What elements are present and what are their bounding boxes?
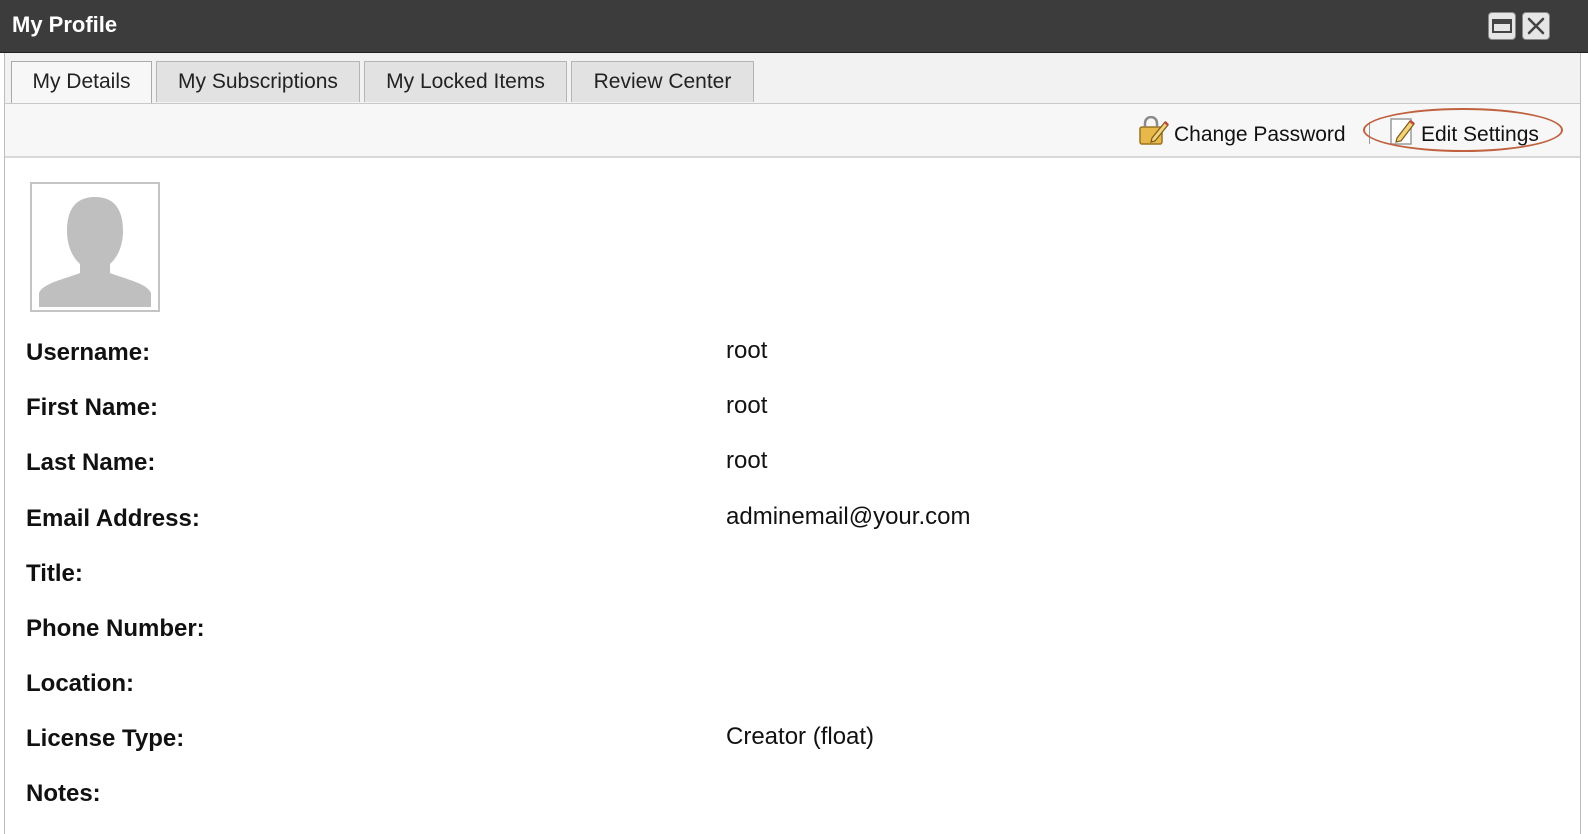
location-label: Location: — [26, 670, 134, 697]
license-type-label: License Type: — [26, 725, 185, 752]
maximize-icon — [1492, 19, 1512, 33]
username-value: root — [726, 337, 768, 364]
edit-settings-label: Edit Settings — [1421, 123, 1539, 147]
avatar — [30, 182, 160, 312]
license-type-value: Creator (float) — [726, 723, 875, 750]
email-label: Email Address: — [26, 505, 200, 532]
first-name-value: root — [726, 392, 768, 419]
username-label: Username: — [26, 339, 151, 366]
tab-review-center[interactable]: Review Center — [571, 61, 754, 102]
profile-panel: My Details My Subscriptions My Locked It… — [4, 53, 1581, 834]
title-bar: My Profile — [0, 0, 1588, 53]
edit-icon — [1389, 116, 1417, 155]
profile-window: My Profile My Details My Subscriptions M… — [0, 0, 1588, 834]
close-button[interactable] — [1522, 12, 1550, 40]
tab-my-locked-items[interactable]: My Locked Items — [364, 61, 567, 102]
first-name-label: First Name: — [26, 394, 159, 421]
close-icon — [1527, 17, 1545, 35]
last-name-label: Last Name: — [26, 449, 156, 476]
edit-settings-button[interactable]: Edit Settings — [1389, 116, 1539, 146]
tab-my-subscriptions[interactable]: My Subscriptions — [156, 61, 360, 102]
toolbar-separator — [1369, 122, 1370, 144]
change-password-icon — [1138, 115, 1170, 155]
tab-bar: My Details My Subscriptions My Locked It… — [5, 53, 1580, 104]
title-label: Title: — [26, 560, 83, 587]
change-password-label: Change Password — [1174, 123, 1346, 147]
maximize-button[interactable] — [1488, 12, 1516, 40]
notes-label: Notes: — [26, 780, 101, 807]
change-password-button[interactable]: Change Password — [1138, 115, 1346, 147]
last-name-value: root — [726, 447, 768, 474]
email-value: adminemail@your.com — [726, 503, 971, 530]
phone-number-label: Phone Number: — [26, 615, 205, 642]
window-title: My Profile — [12, 12, 118, 37]
tab-my-details[interactable]: My Details — [11, 61, 152, 103]
default-user-avatar — [35, 187, 155, 307]
toolbar: Change Password Edit Settings — [5, 104, 1580, 158]
